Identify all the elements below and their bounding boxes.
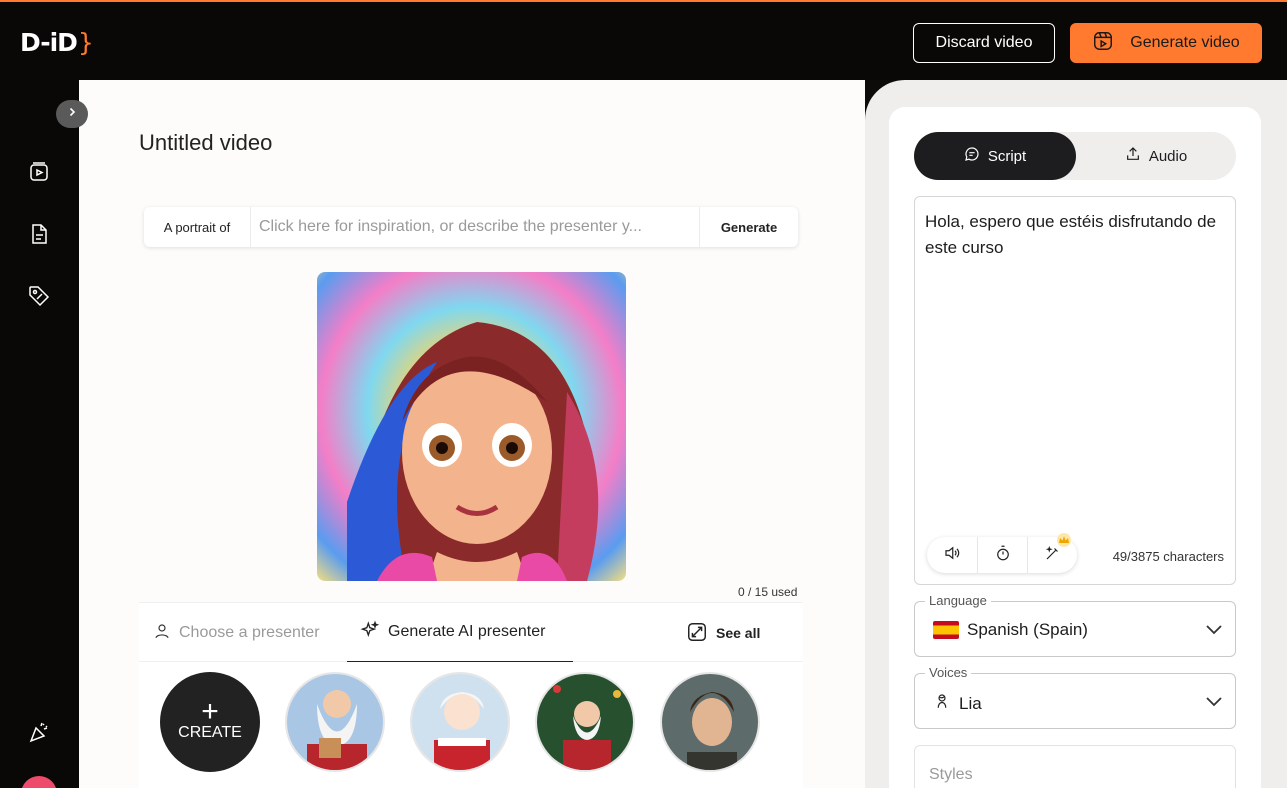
upload-icon: [1125, 146, 1141, 166]
styles-placeholder: Styles: [929, 766, 973, 783]
presenter-thumbnail[interactable]: [535, 672, 635, 772]
voice-value: Lia: [959, 693, 982, 713]
chat-icon: [964, 146, 980, 166]
crown-icon: [1055, 533, 1073, 552]
voices-label: Voices: [925, 665, 972, 680]
script-text[interactable]: Hola, espero que estéis disfrutando de e…: [925, 209, 1225, 261]
presenter-thumbnail[interactable]: [285, 672, 385, 772]
speaker-button[interactable]: [927, 537, 977, 573]
sparkle-icon: [360, 619, 380, 645]
discard-video-button[interactable]: Discard video: [913, 23, 1055, 63]
character-counter: 49/3875 characters: [1112, 549, 1224, 564]
tab-choose-presenter[interactable]: Choose a presenter: [153, 603, 320, 663]
generate-presenter-button[interactable]: Generate: [700, 220, 798, 235]
voice-select[interactable]: Voices Lia: [914, 665, 1236, 729]
generate-video-button[interactable]: Generate video: [1070, 23, 1262, 63]
expand-icon: [686, 621, 708, 646]
expand-sidebar-button[interactable]: [56, 100, 88, 128]
presenter-thumbnail[interactable]: [660, 672, 760, 772]
presenter-description-input[interactable]: [250, 207, 700, 247]
videos-icon[interactable]: [27, 160, 51, 184]
main-content: Untitled video A portrait of Generate: [79, 80, 865, 788]
left-sidebar: [0, 80, 79, 788]
presenter-tabs: Choose a presenter Generate AI presenter…: [139, 602, 803, 663]
presenter-portrait: [317, 272, 626, 581]
tab-audio[interactable]: Audio: [1076, 132, 1236, 180]
language-select[interactable]: Language Spanish (Spain): [914, 593, 1236, 657]
script-editor[interactable]: Hola, espero que estéis disfrutando de e…: [914, 196, 1236, 585]
plus-icon: +: [201, 695, 219, 728]
script-audio-toggle: Script Audio: [914, 132, 1236, 180]
stopwatch-icon: [994, 544, 1012, 567]
language-value: Spanish (Spain): [967, 620, 1088, 639]
tag-icon[interactable]: [27, 284, 51, 308]
pause-timer-button[interactable]: [977, 537, 1027, 573]
document-icon[interactable]: [27, 222, 51, 246]
see-all-button[interactable]: See all: [686, 603, 760, 663]
usage-counter: 0 / 15 used: [738, 585, 798, 599]
chevron-down-icon: [1205, 622, 1223, 641]
voice-person-icon: [933, 692, 951, 715]
presenter-thumbnail[interactable]: [410, 672, 510, 772]
top-bar: D-iD} Discard video Generate video: [0, 0, 1287, 80]
tab-script[interactable]: Script: [914, 132, 1076, 180]
create-presenter-button[interactable]: + CREATE: [160, 672, 260, 772]
presenter-gallery: + CREATE: [139, 662, 803, 788]
speaker-icon: [943, 544, 961, 567]
party-icon[interactable]: [27, 720, 51, 744]
chevron-down-icon: [1205, 694, 1223, 713]
video-title[interactable]: Untitled video: [139, 130, 272, 156]
spain-flag-icon: [933, 621, 959, 639]
language-label: Language: [925, 593, 991, 608]
logo[interactable]: D-iD}: [20, 28, 94, 57]
styles-select[interactable]: Styles: [914, 745, 1236, 788]
magic-wand-button[interactable]: [1027, 533, 1077, 573]
video-icon: [1092, 30, 1114, 57]
tab-generate-ai-presenter[interactable]: Generate AI presenter: [347, 603, 573, 663]
presenter-prompt-bar: A portrait of Generate: [144, 207, 798, 247]
chevron-right-icon: [66, 105, 78, 123]
person-icon: [153, 622, 171, 645]
prompt-label: A portrait of: [163, 219, 231, 235]
script-toolbar: [927, 533, 1077, 573]
